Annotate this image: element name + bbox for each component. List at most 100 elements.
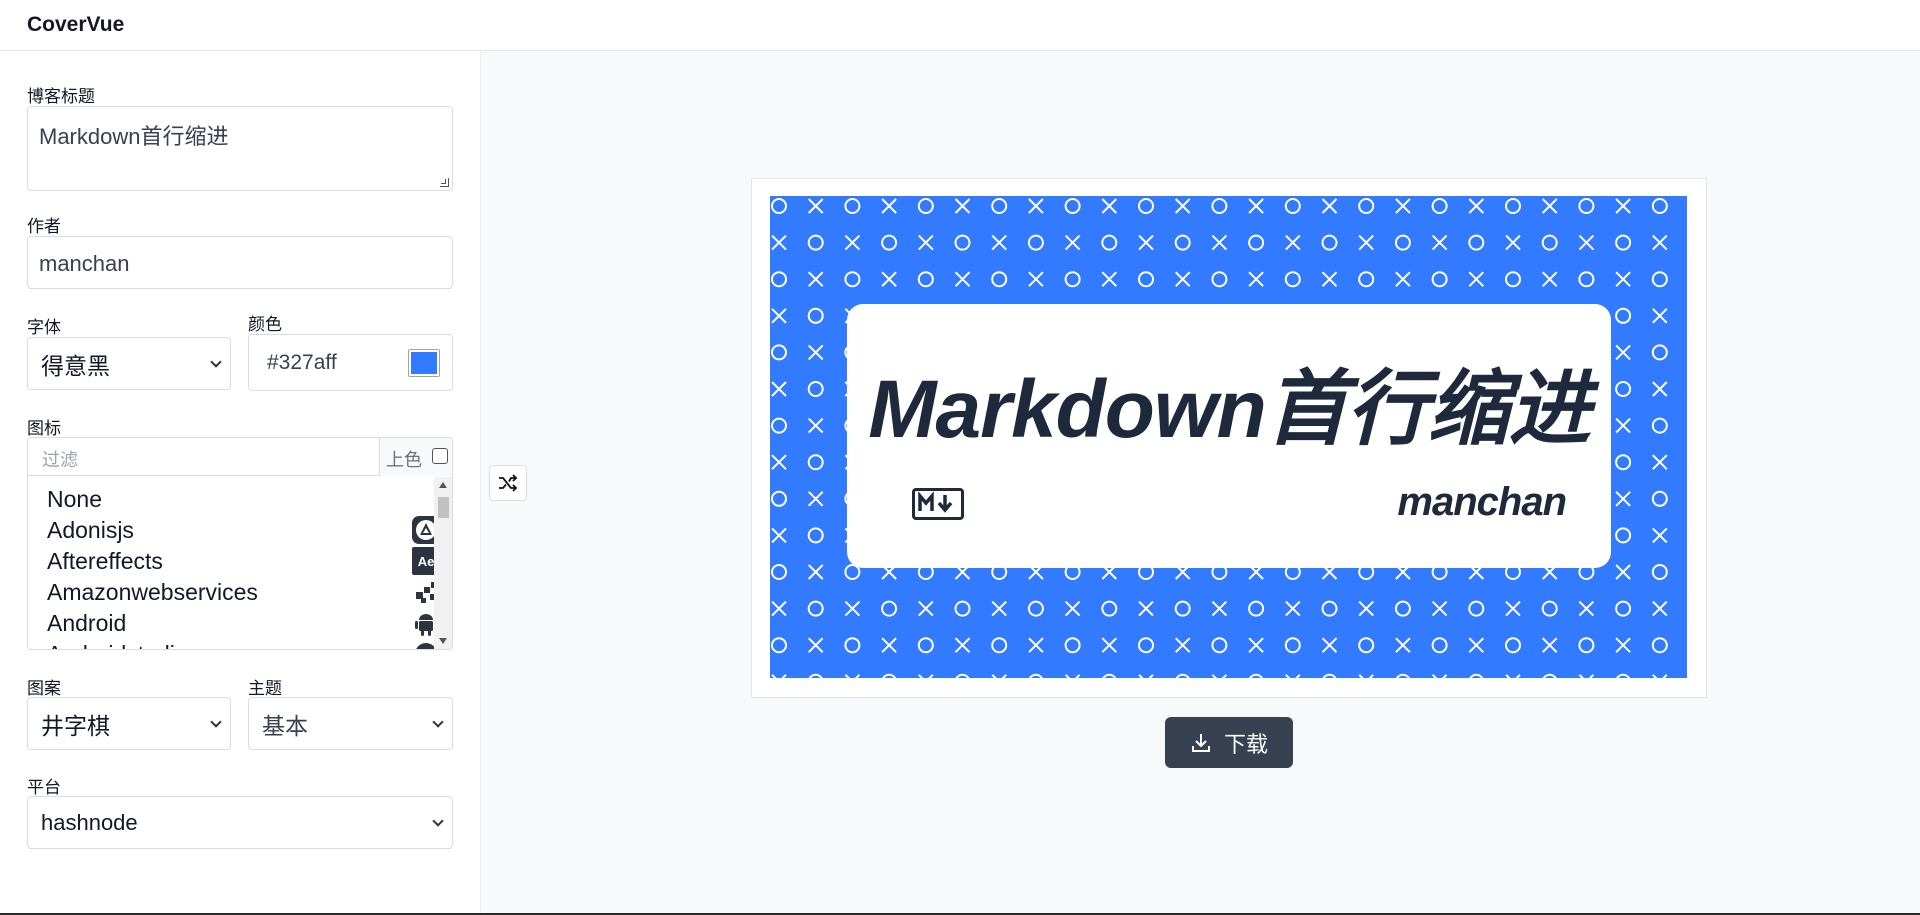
icon-list-scrollbar[interactable] [434, 477, 452, 649]
colorize-checkbox[interactable] [432, 448, 448, 464]
pattern-o-mark [807, 234, 824, 251]
color-input[interactable]: #327aff [248, 334, 453, 391]
color-hex-value: #327aff [267, 350, 337, 374]
pattern-x-mark [1101, 198, 1118, 214]
chevron-down-icon [210, 715, 222, 728]
pattern-x-mark [991, 234, 1007, 251]
pattern-o-mark [807, 307, 824, 324]
author-input[interactable]: manchan [27, 236, 453, 289]
pattern-x-mark [881, 271, 897, 287]
markdown-icon [912, 488, 964, 520]
pattern-o-mark [881, 234, 898, 251]
resize-handle[interactable] [440, 178, 449, 187]
platform-select[interactable]: hashnode [27, 796, 453, 849]
pattern-o-mark [1468, 234, 1485, 251]
pattern-o-mark [882, 673, 897, 678]
pattern-x-mark [1615, 271, 1631, 287]
color-picker-swatch[interactable] [408, 349, 440, 377]
pattern-o-mark [1431, 271, 1448, 288]
pattern-o-mark [1469, 673, 1484, 678]
pattern-o-mark [1027, 600, 1044, 617]
pattern-o-mark [771, 271, 787, 288]
pattern-o-mark [1102, 673, 1117, 678]
font-select[interactable]: 得意黑 [27, 337, 231, 390]
pattern-x-mark [1028, 271, 1044, 287]
pattern-o-mark [1578, 198, 1595, 214]
pattern-o-mark [917, 271, 934, 288]
title-textarea[interactable]: Markdown首行缩进 [27, 106, 453, 191]
icon-label: 图标 [27, 419, 61, 438]
pattern-o-mark [1358, 198, 1375, 214]
download-button[interactable]: 下载 [1165, 717, 1293, 768]
pattern-o-mark [954, 600, 971, 617]
pattern-o-mark [1064, 637, 1081, 654]
pattern-o-mark [807, 381, 824, 397]
icon-filter-input[interactable]: 过滤 上色 [28, 438, 452, 476]
aws-icon [416, 582, 434, 603]
icon-picker: 过滤 上色 None Adonisjs Aftereffects Ae Amaz… [27, 437, 453, 650]
pattern-x-mark [1541, 271, 1558, 287]
color-label: 颜色 [248, 315, 282, 334]
pattern-x-mark [918, 600, 934, 617]
pattern-x-mark [1505, 674, 1521, 678]
font-label: 字体 [27, 318, 61, 337]
pattern-x-mark [807, 198, 824, 214]
pattern-o-mark [844, 271, 861, 288]
chevron-down-icon [210, 355, 222, 368]
pattern-o-mark [1394, 234, 1411, 251]
pattern-x-mark [1174, 198, 1191, 214]
icon-list-item[interactable]: None [47, 484, 427, 515]
pattern-o-mark [1284, 271, 1301, 288]
icon-list-item[interactable]: Androidstudio [47, 639, 434, 649]
theme-select[interactable]: 基本 [248, 697, 453, 750]
download-label: 下载 [1223, 731, 1268, 757]
pattern-select-value: 井字棋 [41, 712, 110, 739]
pattern-x-mark [1468, 198, 1485, 214]
pattern-x-mark [807, 491, 824, 507]
scroll-up-arrow[interactable] [439, 482, 447, 488]
pattern-x-mark [1395, 637, 1411, 653]
pattern-x-mark [1138, 234, 1154, 251]
pattern-o-mark [1616, 673, 1631, 678]
scroll-thumb[interactable] [438, 497, 449, 518]
cover-title: Markdown首行缩进 [868, 364, 1590, 455]
pattern-x-mark [1138, 674, 1154, 678]
icon-list-item[interactable]: Adonisjs [47, 515, 434, 546]
pattern-x-mark [1652, 308, 1668, 324]
pattern-o-mark [807, 454, 824, 471]
pattern-x-mark [1615, 198, 1631, 214]
pattern-o-mark [1542, 673, 1557, 678]
chevron-down-icon [432, 814, 444, 827]
pattern-x-mark [991, 674, 1007, 678]
pattern-x-mark [1101, 271, 1118, 287]
pattern-x-mark [1652, 454, 1668, 470]
pattern-o-mark [1394, 600, 1411, 617]
colorize-toggle[interactable]: 上色 [379, 438, 452, 476]
pattern-o-mark [1578, 271, 1595, 288]
icon-list[interactable]: None Adonisjs Aftereffects Ae Amazonwebs… [28, 477, 434, 649]
icon-list-item[interactable]: Amazonwebservices [47, 577, 434, 608]
pattern-o-mark [1431, 198, 1448, 214]
shuffle-button[interactable] [489, 465, 527, 501]
pattern-o-mark [1615, 454, 1632, 471]
pattern-o-mark [917, 637, 934, 654]
pattern-select[interactable]: 井字棋 [27, 697, 231, 750]
pattern-x-mark [991, 600, 1007, 617]
icon-list-item[interactable]: Android [47, 608, 433, 639]
pattern-x-mark [954, 271, 971, 287]
pattern-x-mark [771, 308, 787, 324]
aftereffects-icon: Ae [412, 547, 434, 575]
android-icon [415, 614, 433, 636]
icon-list-item[interactable]: Aftereffects Ae [47, 546, 434, 577]
pattern-o-mark [771, 344, 787, 361]
pattern-o-mark [1651, 564, 1668, 580]
pattern-x-mark [1321, 198, 1338, 214]
pattern-x-mark [1578, 674, 1595, 678]
pattern-o-mark [1615, 381, 1632, 397]
pattern-o-mark [1505, 637, 1521, 654]
pattern-o-mark [1505, 198, 1521, 214]
chevron-down-icon [432, 715, 444, 728]
scroll-down-arrow[interactable] [439, 638, 447, 644]
pattern-o-mark [1321, 600, 1338, 617]
pattern-o-mark [1615, 307, 1632, 324]
